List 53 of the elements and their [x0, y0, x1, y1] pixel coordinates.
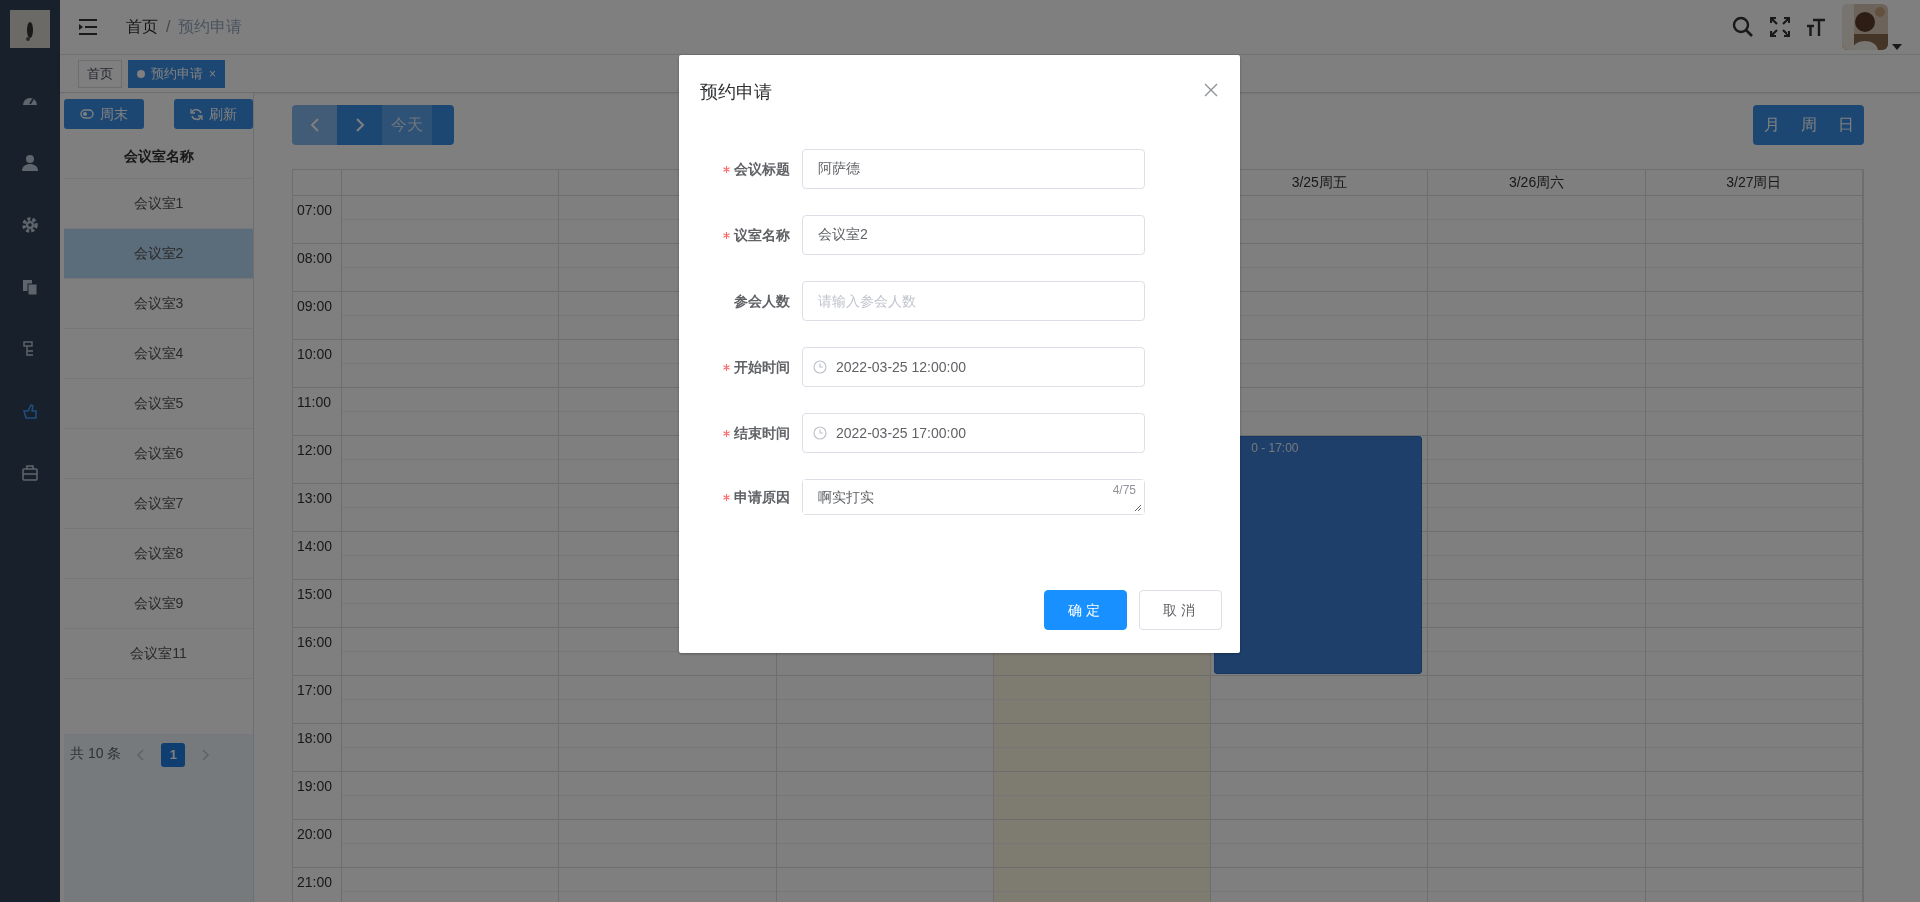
dialog-title: 预约申请: [700, 81, 772, 104]
time-label: 18:00: [293, 724, 342, 772]
weekend-toggle-button[interactable]: 周末: [64, 99, 144, 129]
time-label: 12:00: [293, 436, 342, 484]
view-button[interactable]: 周: [1790, 105, 1827, 145]
column-header: 会议室名称: [64, 135, 253, 179]
room-list-item[interactable]: 会议室11: [64, 629, 253, 679]
tab[interactable]: 预约申请 ×: [128, 59, 225, 88]
time-label: 15:00: [293, 580, 342, 628]
time-label: 14:00: [293, 532, 342, 580]
time-label: 21:00: [293, 868, 342, 902]
page-button[interactable]: 1: [161, 743, 186, 767]
room-list-item[interactable]: 会议室5: [64, 379, 253, 429]
field-label: 参会人数: [734, 291, 790, 311]
room-list-item[interactable]: 会议室4: [64, 329, 253, 379]
field-label: 结束时间: [734, 423, 790, 443]
time-label: 11:00: [293, 388, 342, 436]
room-list-item[interactable]: 会议室2: [64, 229, 253, 279]
time-label: 10:00: [293, 340, 342, 388]
time-label: 09:00: [293, 292, 342, 340]
view-button[interactable]: 日: [1827, 105, 1864, 145]
breadcrumb-item[interactable]: 首页: [126, 15, 158, 39]
cancel-button[interactable]: 取消: [1139, 590, 1222, 630]
confirm-button[interactable]: 确定: [1044, 590, 1127, 630]
time-label: 20:00: [293, 820, 342, 868]
total-count: 共 10 条: [70, 744, 122, 763]
input-field[interactable]: 阿萨德: [802, 149, 1145, 189]
time-label: 08:00: [293, 244, 342, 292]
field-label: 申请原因: [734, 487, 790, 507]
day-header: 3/27周日: [1645, 170, 1863, 196]
time-label: 07:00: [293, 196, 342, 244]
view-button[interactable]: 月: [1753, 105, 1790, 145]
field-label: 议室名称: [734, 225, 790, 245]
date-time-field[interactable]: 2022-03-25 12:00:00: [802, 347, 1145, 387]
refresh-button[interactable]: 刷新: [174, 99, 253, 129]
room-list-item[interactable]: 会议室7: [64, 479, 253, 529]
breadcrumb-separator: /: [166, 17, 171, 37]
tab[interactable]: 首页: [78, 59, 122, 88]
room-list-item[interactable]: 会议室6: [64, 429, 253, 479]
day-header: 3/26周六: [1428, 170, 1646, 196]
close-tab-icon[interactable]: ×: [209, 64, 216, 83]
time-label: 19:00: [293, 772, 342, 820]
time-label: 16:00: [293, 628, 342, 676]
field-label: 开始时间: [734, 357, 790, 377]
input-field[interactable]: 会议室2: [802, 215, 1145, 255]
field-label: 会议标题: [734, 159, 790, 179]
time-label: 17:00: [293, 676, 342, 724]
room-list-item[interactable]: 会议室3: [64, 279, 253, 329]
room-list-item[interactable]: 会议室9: [64, 579, 253, 629]
input-field[interactable]: 请输入参会人数: [802, 281, 1145, 321]
room-list-item[interactable]: 会议室8: [64, 529, 253, 579]
time-label: 13:00: [293, 484, 342, 532]
date-time-field[interactable]: 2022-03-25 17:00:00: [802, 413, 1145, 453]
